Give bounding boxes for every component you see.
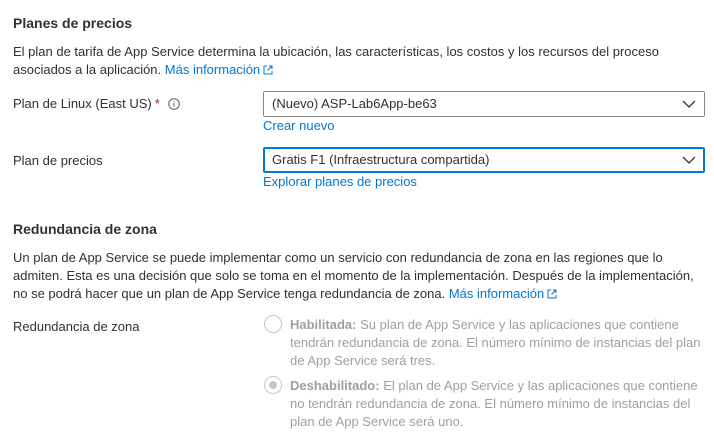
plans-section-title: Planes de precios <box>13 15 133 31</box>
radio-disabled[interactable] <box>264 376 282 394</box>
pricing-plan-value: Gratis F1 (Infraestructura compartida) <box>272 152 490 167</box>
zone-section-title: Redundancia de zona <box>13 221 157 237</box>
external-link-icon <box>547 289 557 299</box>
plans-more-info-link[interactable]: Más información <box>165 62 273 77</box>
zone-redundancy-label: Redundancia de zona <box>13 319 140 334</box>
linux-plan-label: Plan de Linux (East US) * <box>13 96 180 111</box>
radio-enabled[interactable] <box>264 315 282 333</box>
radio-disabled-label: Deshabilitado: El plan de App Service y … <box>290 377 702 431</box>
radio-enabled-title: Habilitada: <box>290 317 357 332</box>
radio-selected-dot <box>269 381 277 389</box>
radio-enabled-label: Habilitada: Su plan de App Service y las… <box>290 316 702 370</box>
chevron-down-icon <box>682 156 696 164</box>
pricing-plan-select[interactable]: Gratis F1 (Infraestructura compartida) <box>263 147 705 173</box>
chevron-down-icon <box>682 100 696 108</box>
required-mark: * <box>154 96 160 111</box>
zone-more-info-link[interactable]: Más información <box>449 286 557 301</box>
zone-more-info-label: Más información <box>448 286 545 301</box>
pricing-plan-label: Plan de precios <box>13 153 103 168</box>
plans-description-text: El plan de tarifa de App Service determi… <box>13 44 659 77</box>
create-new-link[interactable]: Crear nuevo <box>263 118 335 133</box>
radio-disabled-title: Deshabilitado: <box>290 378 380 393</box>
explore-pricing-plans-link[interactable]: Explorar planes de precios <box>263 174 417 189</box>
plans-description: El plan de tarifa de App Service determi… <box>13 43 703 79</box>
zone-description: Un plan de App Service se puede implemen… <box>13 249 703 303</box>
linux-plan-label-text: Plan de Linux (East US) <box>13 96 152 111</box>
linux-plan-select[interactable]: (Nuevo) ASP-Lab6App-be63 <box>263 91 705 117</box>
linux-plan-value: (Nuevo) ASP-Lab6App-be63 <box>272 96 437 111</box>
external-link-icon <box>263 65 273 75</box>
info-icon[interactable] <box>167 98 180 110</box>
zone-description-text: Un plan de App Service se puede implemen… <box>13 250 694 301</box>
plans-more-info-label: Más información <box>164 62 261 77</box>
